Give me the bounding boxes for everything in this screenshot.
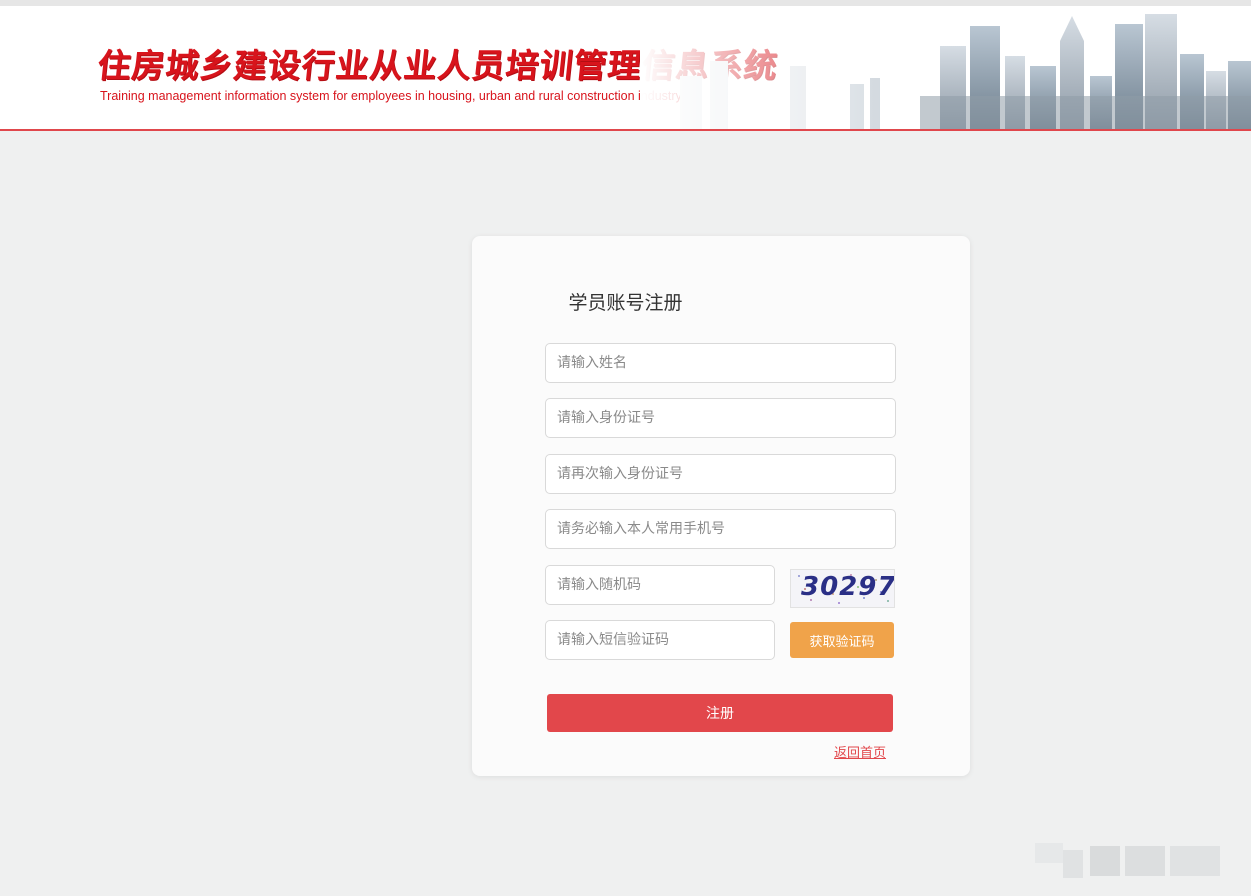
blurred-watermark bbox=[1035, 843, 1220, 878]
name-input[interactable] bbox=[545, 343, 896, 383]
captcha-code: 30297 bbox=[801, 572, 895, 602]
id-number-input[interactable] bbox=[545, 398, 896, 438]
site-subtitle: Training management information system f… bbox=[100, 89, 682, 103]
site-header: 住房城乡建设行业从业人员培训管理信息系统 Training management… bbox=[0, 6, 1251, 129]
form-title: 学员账号注册 bbox=[568, 292, 683, 314]
sms-code-input[interactable] bbox=[545, 620, 775, 660]
phone-input[interactable] bbox=[545, 509, 896, 549]
id-number-confirm-input[interactable] bbox=[545, 454, 896, 494]
header-divider bbox=[0, 129, 1251, 131]
captcha-input[interactable] bbox=[545, 565, 775, 605]
back-home-link[interactable]: 返回首页 bbox=[834, 742, 886, 761]
captcha-image[interactable]: 30297 bbox=[790, 569, 895, 608]
get-sms-code-button[interactable]: 获取验证码 bbox=[790, 622, 894, 658]
register-button[interactable]: 注册 bbox=[547, 694, 893, 732]
city-skyline-image bbox=[640, 6, 1251, 129]
